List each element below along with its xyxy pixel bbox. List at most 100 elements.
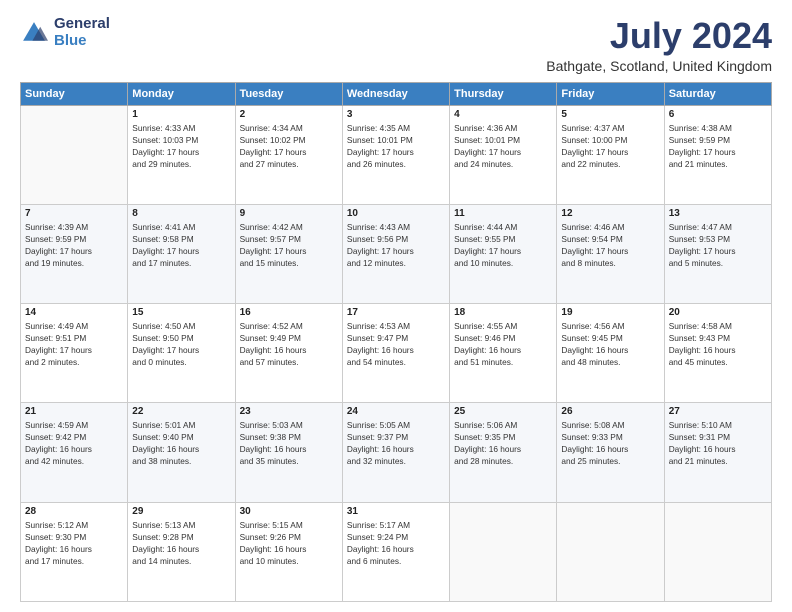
table-row: 31Sunrise: 5:17 AMSunset: 9:24 PMDayligh… <box>342 502 449 601</box>
table-row: 24Sunrise: 5:05 AMSunset: 9:37 PMDayligh… <box>342 403 449 502</box>
day-number: 20 <box>669 307 767 318</box>
day-info: Sunrise: 4:47 AMSunset: 9:53 PMDaylight:… <box>669 221 767 269</box>
table-row: 23 Sunrise: 5:03 AMSunset: 9:38 PMDayligh… <box>235 403 342 502</box>
logo-text: General Blue <box>54 16 110 49</box>
day-info: Sunrise: 4:34 AMSunset: 10:02 PMDaylight… <box>240 122 338 170</box>
calendar-week-row: 7Sunrise: 4:39 AMSunset: 9:59 PMDaylight… <box>21 204 772 303</box>
table-row <box>664 502 771 601</box>
table-row <box>21 105 128 204</box>
day-number: 28 <box>25 506 123 517</box>
day-info: Sunrise: 5:15 AMSunset: 9:26 PMDaylight:… <box>240 519 338 567</box>
table-row: 8Sunrise: 4:41 AMSunset: 9:58 PMDaylight… <box>128 204 235 303</box>
day-info: Sunrise: 5:10 AMSunset: 9:31 PMDaylight:… <box>669 419 767 467</box>
table-row <box>557 502 664 601</box>
day-info: Sunrise: 4:49 AMSunset: 9:51 PMDaylight:… <box>25 320 123 368</box>
col-monday: Monday <box>128 82 235 105</box>
calendar-header-row: Sunday Monday Tuesday Wednesday Thursday… <box>21 82 772 105</box>
table-row: 22Sunrise: 5:01 AMSunset: 9:40 PMDayligh… <box>128 403 235 502</box>
table-row: 26 Sunrise: 5:08 AMSunset: 9:33 PMDayligh… <box>557 403 664 502</box>
day-info: Sunrise: 5:06 AMSunset: 9:35 PMDaylight:… <box>454 419 552 467</box>
day-info: Sunrise: 5:12 AMSunset: 9:30 PMDaylight:… <box>25 519 123 567</box>
col-wednesday: Wednesday <box>342 82 449 105</box>
calendar-week-row: 14 Sunrise: 4:49 AMSunset: 9:51 PMDayligh… <box>21 304 772 403</box>
table-row: 16 Sunrise: 4:52 AMSunset: 9:49 PMDayligh… <box>235 304 342 403</box>
day-number: 15 <box>132 307 230 318</box>
day-number: 23 <box>240 406 338 417</box>
col-saturday: Saturday <box>664 82 771 105</box>
day-number: 5 <box>561 109 659 120</box>
table-row: 14 Sunrise: 4:49 AMSunset: 9:51 PMDayligh… <box>21 304 128 403</box>
calendar-table: Sunday Monday Tuesday Wednesday Thursday… <box>20 82 772 602</box>
day-number: 26 <box>561 406 659 417</box>
col-friday: Friday <box>557 82 664 105</box>
location-subtitle: Bathgate, Scotland, United Kingdom <box>546 58 772 74</box>
day-number: 25 <box>454 406 552 417</box>
day-info: Sunrise: 4:53 AMSunset: 9:47 PMDaylight:… <box>347 320 445 368</box>
table-row: 11Sunrise: 4:44 AMSunset: 9:55 PMDayligh… <box>450 204 557 303</box>
month-year-title: July 2024 <box>546 16 772 56</box>
table-row: 25 Sunrise: 5:06 AMSunset: 9:35 PMDayligh… <box>450 403 557 502</box>
day-number: 3 <box>347 109 445 120</box>
day-info: Sunrise: 4:59 AMSunset: 9:42 PMDaylight:… <box>25 419 123 467</box>
table-row: 2 Sunrise: 4:34 AMSunset: 10:02 PMDayligh… <box>235 105 342 204</box>
table-row: 13Sunrise: 4:47 AMSunset: 9:53 PMDayligh… <box>664 204 771 303</box>
day-number: 17 <box>347 307 445 318</box>
col-sunday: Sunday <box>21 82 128 105</box>
day-info: Sunrise: 4:46 AMSunset: 9:54 PMDaylight:… <box>561 221 659 269</box>
table-row: 6 Sunrise: 4:38 AMSunset: 9:59 PMDaylight… <box>664 105 771 204</box>
day-info: Sunrise: 4:44 AMSunset: 9:55 PMDaylight:… <box>454 221 552 269</box>
logo-general: General <box>54 16 110 33</box>
day-number: 22 <box>132 406 230 417</box>
day-number: 9 <box>240 208 338 219</box>
day-info: Sunrise: 4:43 AMSunset: 9:56 PMDaylight:… <box>347 221 445 269</box>
day-number: 2 <box>240 109 338 120</box>
day-number: 8 <box>132 208 230 219</box>
table-row: 9Sunrise: 4:42 AMSunset: 9:57 PMDaylight… <box>235 204 342 303</box>
table-row: 17 Sunrise: 4:53 AMSunset: 9:47 PMDayligh… <box>342 304 449 403</box>
logo-icon <box>20 19 48 47</box>
day-info: Sunrise: 4:56 AMSunset: 9:45 PMDaylight:… <box>561 320 659 368</box>
table-row: 29 Sunrise: 5:13 AMSunset: 9:28 PMDayligh… <box>128 502 235 601</box>
calendar-week-row: 1 Sunrise: 4:33 AMSunset: 10:03 PMDayligh… <box>21 105 772 204</box>
logo: General Blue <box>20 16 110 49</box>
day-number: 12 <box>561 208 659 219</box>
calendar-week-row: 21 Sunrise: 4:59 AMSunset: 9:42 PMDayligh… <box>21 403 772 502</box>
table-row: 18 Sunrise: 4:55 AMSunset: 9:46 PMDayligh… <box>450 304 557 403</box>
day-info: Sunrise: 4:35 AMSunset: 10:01 PMDaylight… <box>347 122 445 170</box>
day-info: Sunrise: 5:13 AMSunset: 9:28 PMDaylight:… <box>132 519 230 567</box>
day-info: Sunrise: 4:58 AMSunset: 9:43 PMDaylight:… <box>669 320 767 368</box>
day-info: Sunrise: 4:55 AMSunset: 9:46 PMDaylight:… <box>454 320 552 368</box>
header: General Blue July 2024 Bathgate, Scotlan… <box>20 16 772 74</box>
day-number: 30 <box>240 506 338 517</box>
title-block: July 2024 Bathgate, Scotland, United Kin… <box>546 16 772 74</box>
table-row: 28 Sunrise: 5:12 AMSunset: 9:30 PMDayligh… <box>21 502 128 601</box>
day-number: 29 <box>132 506 230 517</box>
day-info: Sunrise: 4:33 AMSunset: 10:03 PMDaylight… <box>132 122 230 170</box>
table-row: 21 Sunrise: 4:59 AMSunset: 9:42 PMDayligh… <box>21 403 128 502</box>
day-number: 7 <box>25 208 123 219</box>
day-number: 16 <box>240 307 338 318</box>
day-number: 27 <box>669 406 767 417</box>
day-number: 21 <box>25 406 123 417</box>
day-number: 14 <box>25 307 123 318</box>
table-row: 19 Sunrise: 4:56 AMSunset: 9:45 PMDayligh… <box>557 304 664 403</box>
logo-blue: Blue <box>54 33 110 50</box>
page: General Blue July 2024 Bathgate, Scotlan… <box>0 0 792 612</box>
day-info: Sunrise: 4:36 AMSunset: 10:01 PMDaylight… <box>454 122 552 170</box>
table-row: 12 Sunrise: 4:46 AMSunset: 9:54 PMDayligh… <box>557 204 664 303</box>
day-info: Sunrise: 5:03 AMSunset: 9:38 PMDaylight:… <box>240 419 338 467</box>
calendar-week-row: 28 Sunrise: 5:12 AMSunset: 9:30 PMDayligh… <box>21 502 772 601</box>
day-info: Sunrise: 4:38 AMSunset: 9:59 PMDaylight:… <box>669 122 767 170</box>
table-row: 5Sunrise: 4:37 AMSunset: 10:00 PMDayligh… <box>557 105 664 204</box>
day-number: 1 <box>132 109 230 120</box>
day-number: 19 <box>561 307 659 318</box>
day-number: 6 <box>669 109 767 120</box>
day-number: 10 <box>347 208 445 219</box>
day-info: Sunrise: 4:52 AMSunset: 9:49 PMDaylight:… <box>240 320 338 368</box>
table-row: 3 Sunrise: 4:35 AMSunset: 10:01 PMDayligh… <box>342 105 449 204</box>
table-row: 30 Sunrise: 5:15 AMSunset: 9:26 PMDayligh… <box>235 502 342 601</box>
day-number: 4 <box>454 109 552 120</box>
day-number: 18 <box>454 307 552 318</box>
day-info: Sunrise: 5:08 AMSunset: 9:33 PMDaylight:… <box>561 419 659 467</box>
table-row: 20 Sunrise: 4:58 AMSunset: 9:43 PMDayligh… <box>664 304 771 403</box>
